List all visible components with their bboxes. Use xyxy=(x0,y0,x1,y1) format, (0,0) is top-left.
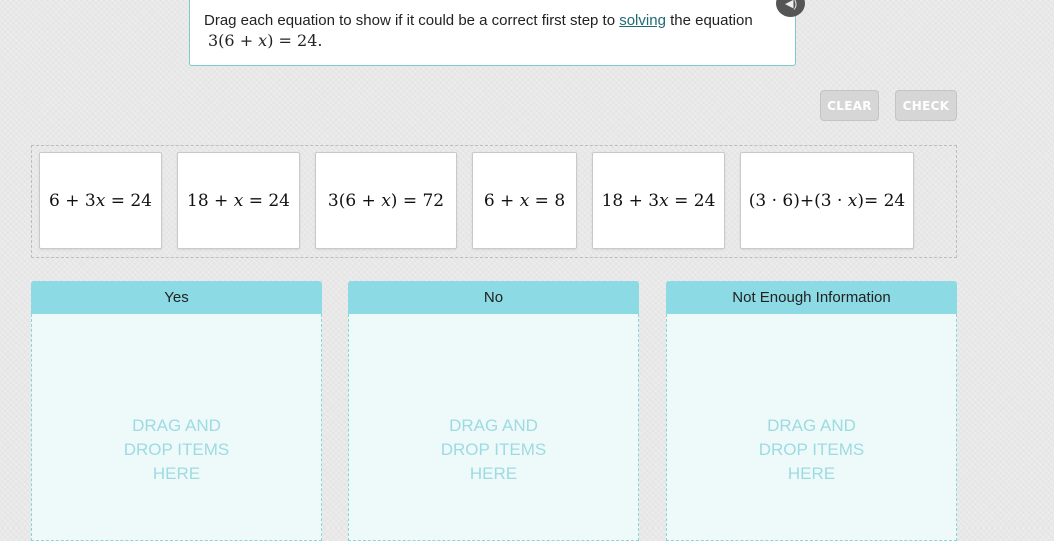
solving-link[interactable]: solving xyxy=(619,12,666,29)
question-equation: 3(6 + 𝑥) = 24. xyxy=(208,31,323,50)
speaker-icon: ◀) xyxy=(785,0,798,10)
question-text-after: the equation xyxy=(665,12,753,29)
draggable-card[interactable]: 6 + 3𝑥 = 24 xyxy=(39,152,162,249)
zone-title: Not Enough Information xyxy=(666,281,957,314)
question-box: Drag each equation to show if it could b… xyxy=(189,0,796,66)
draggable-card[interactable]: 18 + 𝑥 = 24 xyxy=(177,152,300,249)
zone-drop-area[interactable]: DRAG AND DROP ITEMS HERE xyxy=(666,314,957,541)
zone-drop-area[interactable]: DRAG AND DROP ITEMS HERE xyxy=(31,314,322,541)
check-button[interactable]: CHECK xyxy=(895,90,957,121)
drop-zone-not-enough-information[interactable]: Not Enough Information DRAG AND DROP ITEM… xyxy=(666,281,957,541)
draggable-card[interactable]: 6 + 𝑥 = 8 xyxy=(472,152,577,249)
zone-title: Yes xyxy=(31,281,322,314)
question-text-before: Drag each equation to show if it could b… xyxy=(204,12,620,29)
zone-drop-area[interactable]: DRAG AND DROP ITEMS HERE xyxy=(348,314,639,541)
draggable-card[interactable]: 3(6 + 𝑥) = 72 xyxy=(315,152,457,249)
drop-zone-yes[interactable]: Yes DRAG AND DROP ITEMS HERE xyxy=(31,281,322,541)
drop-hint: DRAG AND DROP ITEMS HERE xyxy=(758,416,865,483)
draggable-card[interactable]: 18 + 3𝑥 = 24 xyxy=(592,152,725,249)
drop-zone-no[interactable]: No DRAG AND DROP ITEMS HERE xyxy=(348,281,639,541)
question-text: Drag each equation to show if it could b… xyxy=(204,12,753,29)
draggable-card[interactable]: (3 · 6)+(3 · 𝑥)= 24 xyxy=(740,152,914,249)
clear-button[interactable]: CLEAR xyxy=(820,90,879,121)
drop-hint: DRAG AND DROP ITEMS HERE xyxy=(123,416,230,483)
zone-title: No xyxy=(348,281,639,314)
drop-hint: DRAG AND DROP ITEMS HERE xyxy=(440,416,547,483)
